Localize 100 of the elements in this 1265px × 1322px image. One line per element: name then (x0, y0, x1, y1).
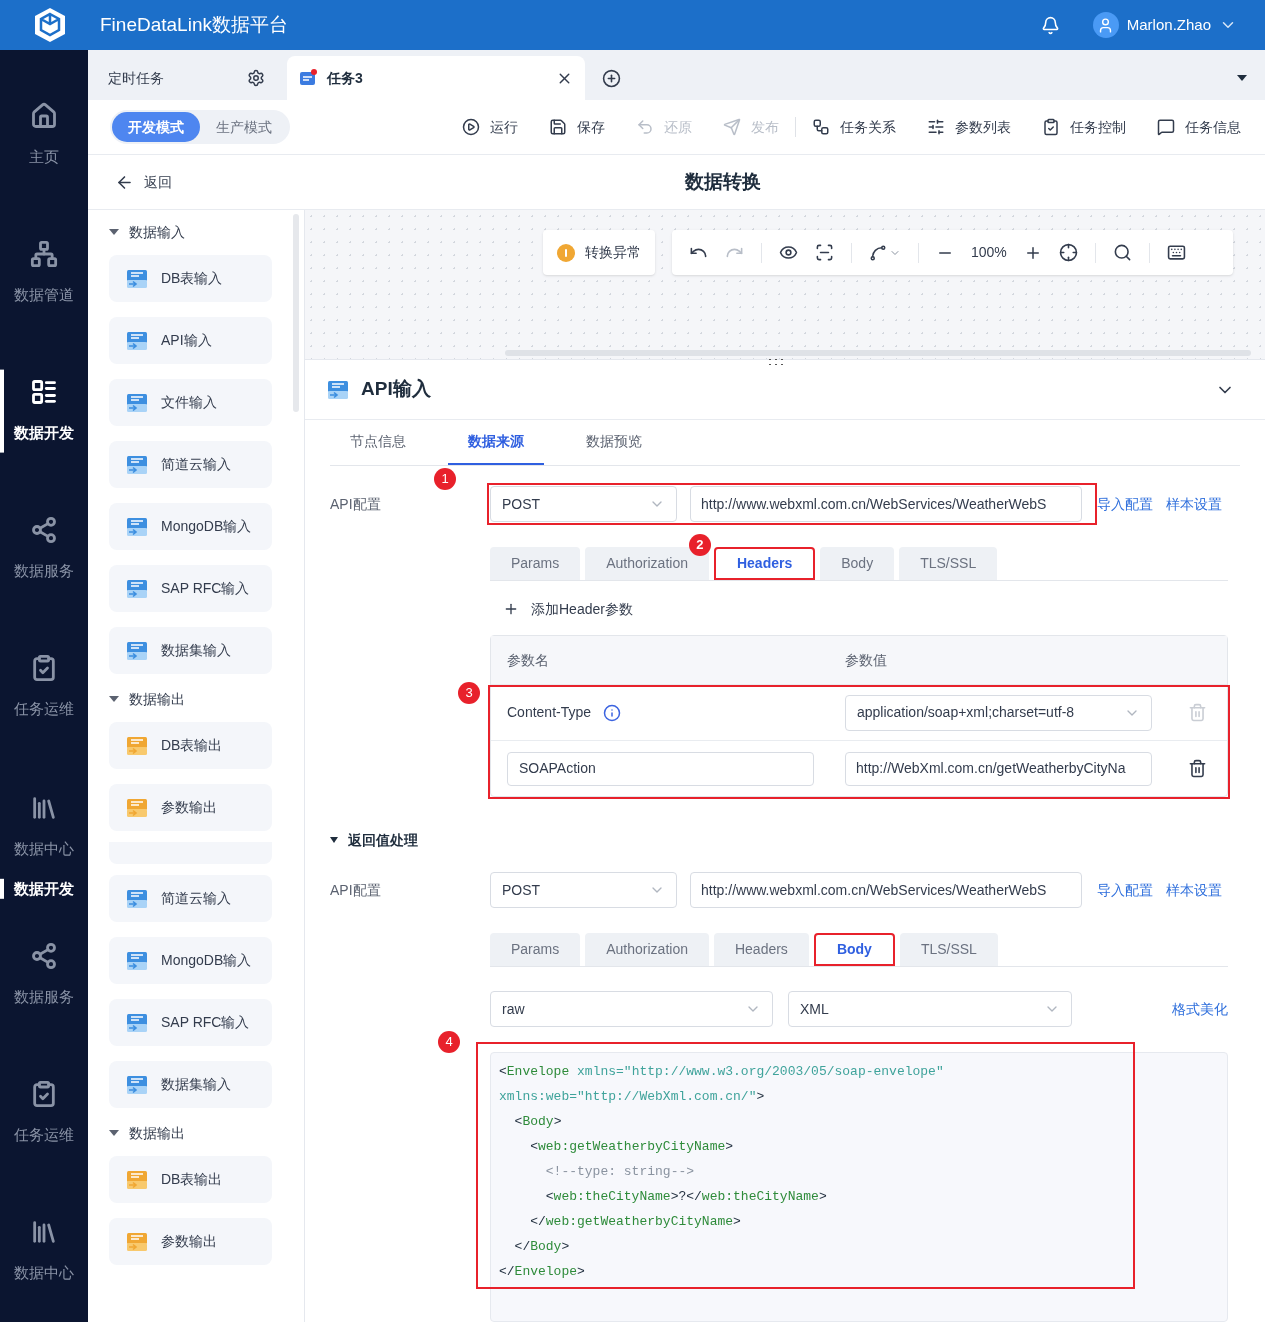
sub-tab[interactable]: Body (813, 933, 895, 966)
panel-tab[interactable]: 节点信息 (330, 420, 426, 465)
task-tab[interactable]: 定时任务 (88, 56, 285, 100)
connector-style-button[interactable] (869, 243, 901, 262)
status-chip[interactable]: 转换异常 (543, 230, 655, 275)
trash-icon[interactable] (1188, 759, 1207, 778)
keyboard-icon[interactable] (1166, 243, 1186, 262)
param-value-select[interactable]: application/soap+xml;charset=utf-8 (845, 694, 1152, 731)
node-tile[interactable]: MongoDB输入 (109, 503, 272, 550)
save-icon (549, 118, 567, 136)
body-mode-select[interactable]: raw (490, 991, 773, 1027)
node-tile[interactable]: API输入 (109, 317, 272, 364)
toolbar-button[interactable]: 参数列表 (927, 116, 1011, 138)
sub-tab[interactable]: Headers (713, 933, 809, 966)
node-tile[interactable]: SAP RFC输入 (109, 999, 272, 1046)
node-tile[interactable]: 简道云输入 (109, 875, 272, 922)
toolbar-button[interactable]: 运行 (462, 116, 518, 138)
node-tile[interactable]: 数据集输入 (109, 627, 272, 674)
mode-option[interactable]: 生产模式 (200, 112, 288, 142)
bell-icon[interactable] (1040, 15, 1060, 35)
connector-icon (869, 243, 887, 262)
url-field[interactable]: http://www.webxml.com.cn/WebServices/WeatherWebS (690, 872, 1082, 908)
node-type-icon (126, 887, 148, 910)
sub-tab[interactable]: Body (820, 547, 895, 580)
node-tile[interactable]: 数据集输入 (109, 1061, 272, 1108)
sub-tab[interactable]: Authorization (585, 933, 709, 966)
plus-icon (503, 601, 519, 617)
mode-option[interactable]: 开发模式 (112, 112, 200, 142)
sub-tab[interactable]: TLS/SSL (899, 933, 998, 966)
send-icon (723, 118, 741, 136)
node-tile[interactable]: 参数输出 (109, 784, 272, 831)
node-tile[interactable]: SAP RFC输入 (109, 565, 272, 612)
nav-item[interactable]: 数据服务 (0, 906, 88, 1044)
code-line: </Envelope> (499, 1263, 585, 1281)
group-header[interactable]: 数据输出 (109, 689, 304, 709)
nav-item[interactable]: 数据中心 (0, 756, 88, 872)
column-header: 参数名 (507, 650, 550, 670)
format-link[interactable]: 格式美化 (1172, 998, 1228, 1020)
avatar-icon (1092, 12, 1119, 38)
group-header[interactable]: 数据输出 (109, 1123, 304, 1143)
sub-tab[interactable]: Params (490, 547, 581, 580)
param-value-field[interactable]: http://WebXml.com.cn/getWeatherbyCityNa (845, 751, 1152, 786)
nav-item[interactable]: 数据管道 (0, 204, 88, 342)
node-tile[interactable]: DB表输入 (109, 255, 272, 302)
group-header[interactable]: 数据输入 (109, 222, 304, 242)
method-select[interactable]: POST (490, 486, 677, 522)
info-icon[interactable] (603, 703, 622, 722)
content-type-select[interactable]: XML (788, 991, 1072, 1027)
nav-item[interactable]: 任务运维 (0, 1044, 88, 1182)
sub-tab[interactable]: Params (490, 933, 581, 966)
clipboard-icon (1042, 118, 1060, 136)
nav-item[interactable]: 任务运维 (0, 618, 88, 756)
back-link[interactable]: 返回 (115, 171, 172, 193)
method-select[interactable]: POST (490, 872, 677, 908)
url-field[interactable]: http://www.webxml.com.cn/WebServices/WeatherWebS (690, 486, 1082, 522)
scan-icon[interactable] (815, 243, 834, 262)
nav-item[interactable]: 数据中心 (0, 1182, 88, 1320)
settings-icon[interactable] (247, 69, 265, 87)
caret-icon[interactable] (1237, 75, 1247, 81)
node-type-icon (126, 1011, 148, 1034)
node-tile[interactable]: 简道云输入 (109, 441, 272, 488)
user-menu[interactable]: Marlon.Zhao (1092, 12, 1237, 38)
nav-item[interactable]: 主页 (0, 66, 88, 204)
home-icon (30, 101, 58, 130)
node-type-icon (126, 391, 148, 414)
sub-tab[interactable]: TLS/SSL (899, 547, 998, 580)
crosshair-icon[interactable] (1058, 243, 1078, 262)
node-tile[interactable]: DB表输出 (109, 722, 272, 769)
panel-tab[interactable]: 数据预览 (566, 420, 662, 465)
node-tile[interactable]: DB表输出 (109, 1156, 272, 1203)
toolbar-button[interactable]: 任务信息 (1157, 116, 1241, 138)
node-tile[interactable]: 参数输出 (109, 1218, 272, 1265)
code-line: </Body> (513, 1238, 570, 1256)
panel-tab[interactable]: 数据来源 (448, 420, 544, 465)
node-tile[interactable]: MongoDB输入 (109, 937, 272, 984)
search-icon[interactable] (1112, 243, 1132, 262)
code-editor[interactable] (490, 1052, 1228, 1322)
eye-icon[interactable] (779, 243, 798, 262)
toolbar-button[interactable]: 任务控制 (1042, 116, 1126, 138)
nav-item[interactable]: 数据服务 (0, 480, 88, 618)
toolbar-button[interactable]: 任务关系 (812, 116, 896, 138)
flow-icon (812, 118, 830, 136)
param-name-field[interactable]: SOAPAction (507, 751, 814, 786)
nav-item[interactable]: 数据开发 (0, 342, 88, 480)
code-line: <Body> (513, 1113, 562, 1131)
add-header-button[interactable]: 添加Header参数 (503, 597, 633, 621)
node-type-icon (126, 639, 148, 662)
link[interactable]: 样本设置 (1166, 879, 1222, 901)
node-tile[interactable]: 文件输入 (109, 379, 272, 426)
nav-item[interactable]: 数据开发 (0, 872, 88, 906)
node-type-icon (126, 577, 148, 600)
node-type-icon (126, 1230, 148, 1253)
link[interactable]: 导入配置 (1097, 879, 1153, 901)
toolbar-button[interactable]: 保存 (549, 116, 605, 138)
section-header[interactable]: 返回值处理 (330, 830, 418, 850)
link[interactable]: 导入配置 (1097, 493, 1153, 515)
add-tab-icon[interactable] (602, 68, 621, 88)
link[interactable]: 样本设置 (1166, 493, 1222, 515)
node-type-icon (327, 378, 349, 401)
task-tab[interactable]: 任务3 (287, 56, 585, 100)
